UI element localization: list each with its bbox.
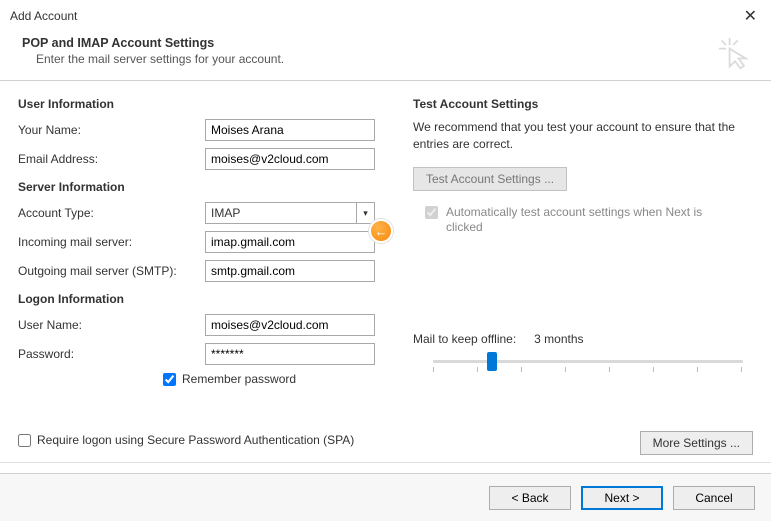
header-subtitle: Enter the mail server settings for your …	[36, 52, 749, 66]
logon-info-heading: Logon Information	[18, 292, 413, 306]
mail-offline-slider[interactable]	[433, 352, 743, 376]
incoming-label: Incoming mail server:	[18, 235, 205, 249]
slider-track-line	[433, 360, 743, 363]
user-info-heading: User Information	[18, 97, 413, 111]
spa-label: Require logon using Secure Password Auth…	[37, 433, 354, 447]
password-input[interactable]	[205, 343, 375, 365]
your-name-label: Your Name:	[18, 123, 205, 137]
mail-offline-value: 3 months	[534, 332, 583, 346]
cancel-button[interactable]: Cancel	[673, 486, 755, 510]
chevron-down-icon: ▾	[356, 203, 374, 223]
test-account-button[interactable]: Test Account Settings ...	[413, 167, 567, 191]
slider-thumb[interactable]	[487, 352, 497, 371]
remember-password-checkbox[interactable]	[163, 373, 176, 386]
remember-password-label: Remember password	[182, 372, 296, 386]
auto-test-checkbox[interactable]	[425, 206, 438, 219]
account-type-value: IMAP	[211, 206, 240, 220]
outgoing-label: Outgoing mail server (SMTP):	[18, 264, 205, 278]
your-name-input[interactable]	[205, 119, 375, 141]
username-label: User Name:	[18, 318, 205, 332]
highlight-arrow-icon: ←	[369, 219, 393, 243]
account-type-label: Account Type:	[18, 206, 205, 220]
test-settings-heading: Test Account Settings	[413, 97, 753, 111]
back-button[interactable]: < Back	[489, 486, 571, 510]
outgoing-server-input[interactable]	[205, 260, 375, 282]
account-type-select[interactable]: IMAP ▾	[205, 202, 375, 224]
username-input[interactable]	[205, 314, 375, 336]
cursor-icon	[717, 36, 753, 72]
incoming-server-input[interactable]	[205, 231, 375, 253]
spa-checkbox[interactable]	[18, 434, 31, 447]
email-input[interactable]	[205, 148, 375, 170]
mail-offline-label: Mail to keep offline:	[413, 332, 516, 346]
close-icon[interactable]: ✕	[740, 6, 761, 26]
more-settings-button[interactable]: More Settings ...	[640, 431, 753, 455]
next-button[interactable]: Next >	[581, 486, 663, 510]
window-title: Add Account	[10, 9, 77, 23]
auto-test-label: Automatically test account settings when…	[446, 205, 726, 236]
email-label: Email Address:	[18, 152, 205, 166]
test-settings-description: We recommend that you test your account …	[413, 119, 753, 153]
server-info-heading: Server Information	[18, 180, 413, 194]
header-title: POP and IMAP Account Settings	[22, 36, 749, 50]
password-label: Password:	[18, 347, 205, 361]
